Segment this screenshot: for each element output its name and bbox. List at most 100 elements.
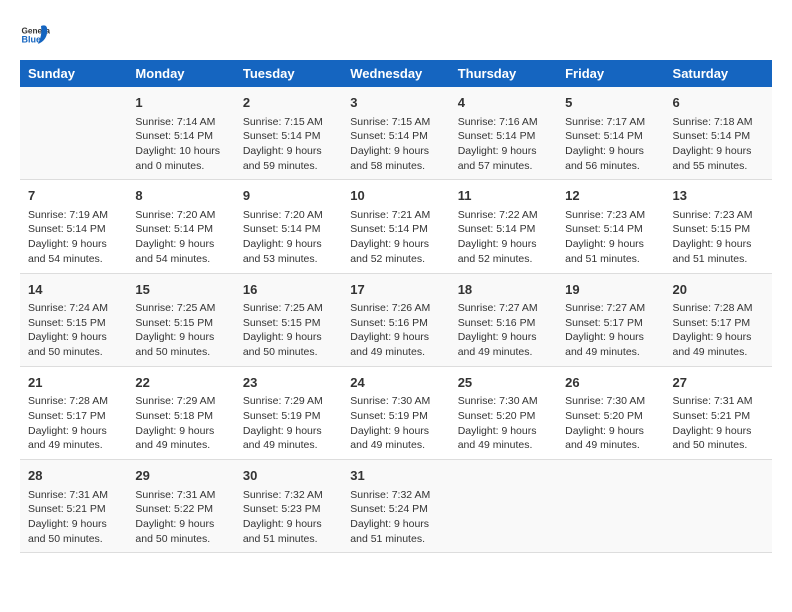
day-number: 21: [28, 373, 119, 393]
calendar-cell: 4Sunrise: 7:16 AMSunset: 5:14 PMDaylight…: [450, 87, 557, 180]
day-number: 18: [458, 280, 549, 300]
day-info: Sunrise: 7:25 AMSunset: 5:15 PMDaylight:…: [135, 301, 226, 360]
calendar-cell: 21Sunrise: 7:28 AMSunset: 5:17 PMDayligh…: [20, 366, 127, 459]
week-row-3: 14Sunrise: 7:24 AMSunset: 5:15 PMDayligh…: [20, 273, 772, 366]
day-number: 22: [135, 373, 226, 393]
day-info: Sunrise: 7:32 AMSunset: 5:24 PMDaylight:…: [350, 488, 441, 547]
day-info: Sunrise: 7:21 AMSunset: 5:14 PMDaylight:…: [350, 208, 441, 267]
day-info: Sunrise: 7:27 AMSunset: 5:17 PMDaylight:…: [565, 301, 656, 360]
day-number: 11: [458, 186, 549, 206]
day-info: Sunrise: 7:28 AMSunset: 5:17 PMDaylight:…: [673, 301, 764, 360]
calendar-cell: [665, 460, 772, 553]
header-cell-sunday: Sunday: [20, 60, 127, 87]
day-number: 31: [350, 466, 441, 486]
day-number: 5: [565, 93, 656, 113]
day-number: 14: [28, 280, 119, 300]
calendar-cell: 20Sunrise: 7:28 AMSunset: 5:17 PMDayligh…: [665, 273, 772, 366]
week-row-1: 1Sunrise: 7:14 AMSunset: 5:14 PMDaylight…: [20, 87, 772, 180]
calendar-cell: 2Sunrise: 7:15 AMSunset: 5:14 PMDaylight…: [235, 87, 342, 180]
day-info: Sunrise: 7:29 AMSunset: 5:18 PMDaylight:…: [135, 394, 226, 453]
day-info: Sunrise: 7:29 AMSunset: 5:19 PMDaylight:…: [243, 394, 334, 453]
calendar-cell: 6Sunrise: 7:18 AMSunset: 5:14 PMDaylight…: [665, 87, 772, 180]
header-cell-friday: Friday: [557, 60, 664, 87]
day-info: Sunrise: 7:30 AMSunset: 5:20 PMDaylight:…: [565, 394, 656, 453]
day-info: Sunrise: 7:22 AMSunset: 5:14 PMDaylight:…: [458, 208, 549, 267]
calendar-cell: 15Sunrise: 7:25 AMSunset: 5:15 PMDayligh…: [127, 273, 234, 366]
day-info: Sunrise: 7:23 AMSunset: 5:14 PMDaylight:…: [565, 208, 656, 267]
calendar-cell: 25Sunrise: 7:30 AMSunset: 5:20 PMDayligh…: [450, 366, 557, 459]
calendar-cell: 14Sunrise: 7:24 AMSunset: 5:15 PMDayligh…: [20, 273, 127, 366]
calendar-cell: 23Sunrise: 7:29 AMSunset: 5:19 PMDayligh…: [235, 366, 342, 459]
week-row-4: 21Sunrise: 7:28 AMSunset: 5:17 PMDayligh…: [20, 366, 772, 459]
calendar-cell: 26Sunrise: 7:30 AMSunset: 5:20 PMDayligh…: [557, 366, 664, 459]
day-number: 9: [243, 186, 334, 206]
calendar-cell: 8Sunrise: 7:20 AMSunset: 5:14 PMDaylight…: [127, 180, 234, 273]
calendar-cell: 29Sunrise: 7:31 AMSunset: 5:22 PMDayligh…: [127, 460, 234, 553]
day-info: Sunrise: 7:20 AMSunset: 5:14 PMDaylight:…: [243, 208, 334, 267]
day-info: Sunrise: 7:32 AMSunset: 5:23 PMDaylight:…: [243, 488, 334, 547]
day-number: 28: [28, 466, 119, 486]
day-number: 1: [135, 93, 226, 113]
day-info: Sunrise: 7:18 AMSunset: 5:14 PMDaylight:…: [673, 115, 764, 174]
day-number: 2: [243, 93, 334, 113]
calendar-cell: 13Sunrise: 7:23 AMSunset: 5:15 PMDayligh…: [665, 180, 772, 273]
day-number: 12: [565, 186, 656, 206]
calendar-cell: 12Sunrise: 7:23 AMSunset: 5:14 PMDayligh…: [557, 180, 664, 273]
calendar-cell: 31Sunrise: 7:32 AMSunset: 5:24 PMDayligh…: [342, 460, 449, 553]
day-info: Sunrise: 7:30 AMSunset: 5:19 PMDaylight:…: [350, 394, 441, 453]
day-number: 3: [350, 93, 441, 113]
day-info: Sunrise: 7:31 AMSunset: 5:22 PMDaylight:…: [135, 488, 226, 547]
header-cell-saturday: Saturday: [665, 60, 772, 87]
header-cell-thursday: Thursday: [450, 60, 557, 87]
day-number: 25: [458, 373, 549, 393]
day-number: 13: [673, 186, 764, 206]
day-number: 8: [135, 186, 226, 206]
day-number: 6: [673, 93, 764, 113]
calendar-cell: 28Sunrise: 7:31 AMSunset: 5:21 PMDayligh…: [20, 460, 127, 553]
day-number: 16: [243, 280, 334, 300]
day-number: 7: [28, 186, 119, 206]
calendar-cell: 9Sunrise: 7:20 AMSunset: 5:14 PMDaylight…: [235, 180, 342, 273]
calendar-cell: 7Sunrise: 7:19 AMSunset: 5:14 PMDaylight…: [20, 180, 127, 273]
calendar-cell: 24Sunrise: 7:30 AMSunset: 5:19 PMDayligh…: [342, 366, 449, 459]
header-cell-wednesday: Wednesday: [342, 60, 449, 87]
calendar-cell: 16Sunrise: 7:25 AMSunset: 5:15 PMDayligh…: [235, 273, 342, 366]
week-row-2: 7Sunrise: 7:19 AMSunset: 5:14 PMDaylight…: [20, 180, 772, 273]
header-cell-monday: Monday: [127, 60, 234, 87]
day-number: 27: [673, 373, 764, 393]
day-info: Sunrise: 7:26 AMSunset: 5:16 PMDaylight:…: [350, 301, 441, 360]
header-cell-tuesday: Tuesday: [235, 60, 342, 87]
calendar-cell: [450, 460, 557, 553]
calendar-cell: [557, 460, 664, 553]
calendar-cell: 30Sunrise: 7:32 AMSunset: 5:23 PMDayligh…: [235, 460, 342, 553]
day-info: Sunrise: 7:25 AMSunset: 5:15 PMDaylight:…: [243, 301, 334, 360]
calendar-cell: 17Sunrise: 7:26 AMSunset: 5:16 PMDayligh…: [342, 273, 449, 366]
day-info: Sunrise: 7:16 AMSunset: 5:14 PMDaylight:…: [458, 115, 549, 174]
day-info: Sunrise: 7:15 AMSunset: 5:14 PMDaylight:…: [350, 115, 441, 174]
day-info: Sunrise: 7:31 AMSunset: 5:21 PMDaylight:…: [673, 394, 764, 453]
calendar-cell: 1Sunrise: 7:14 AMSunset: 5:14 PMDaylight…: [127, 87, 234, 180]
logo: General Blue: [20, 20, 50, 50]
day-number: 17: [350, 280, 441, 300]
calendar-cell: [20, 87, 127, 180]
day-number: 4: [458, 93, 549, 113]
day-info: Sunrise: 7:31 AMSunset: 5:21 PMDaylight:…: [28, 488, 119, 547]
day-number: 30: [243, 466, 334, 486]
day-number: 19: [565, 280, 656, 300]
day-info: Sunrise: 7:27 AMSunset: 5:16 PMDaylight:…: [458, 301, 549, 360]
day-number: 10: [350, 186, 441, 206]
calendar-table: SundayMondayTuesdayWednesdayThursdayFrid…: [20, 60, 772, 553]
day-info: Sunrise: 7:20 AMSunset: 5:14 PMDaylight:…: [135, 208, 226, 267]
calendar-cell: 5Sunrise: 7:17 AMSunset: 5:14 PMDaylight…: [557, 87, 664, 180]
calendar-cell: 18Sunrise: 7:27 AMSunset: 5:16 PMDayligh…: [450, 273, 557, 366]
calendar-cell: 27Sunrise: 7:31 AMSunset: 5:21 PMDayligh…: [665, 366, 772, 459]
day-info: Sunrise: 7:30 AMSunset: 5:20 PMDaylight:…: [458, 394, 549, 453]
logo-icon: General Blue: [20, 20, 50, 50]
day-info: Sunrise: 7:24 AMSunset: 5:15 PMDaylight:…: [28, 301, 119, 360]
day-info: Sunrise: 7:23 AMSunset: 5:15 PMDaylight:…: [673, 208, 764, 267]
header-row: SundayMondayTuesdayWednesdayThursdayFrid…: [20, 60, 772, 87]
svg-text:Blue: Blue: [22, 35, 42, 45]
calendar-cell: 11Sunrise: 7:22 AMSunset: 5:14 PMDayligh…: [450, 180, 557, 273]
day-number: 23: [243, 373, 334, 393]
page-header: General Blue: [20, 20, 772, 50]
